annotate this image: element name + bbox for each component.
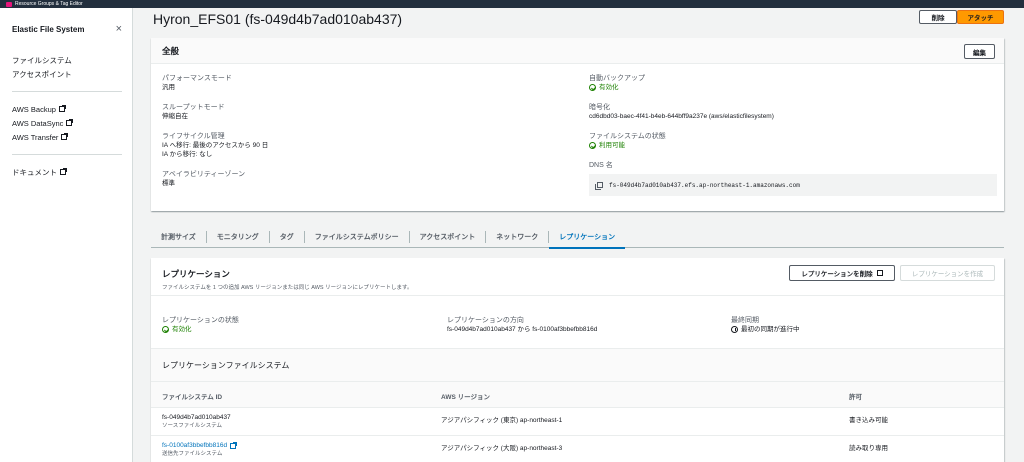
external-link-icon xyxy=(66,119,74,126)
destination-fs-id: fs-0100af3bbefbb816d xyxy=(162,442,228,449)
lifecycle-value-from-ia: IA から移行: なし xyxy=(162,151,213,158)
replication-state-status: 有効化 xyxy=(162,325,239,334)
source-permission: 書き込み可能 xyxy=(849,417,888,424)
delete-replication-button[interactable]: レプリケーションを削除 xyxy=(789,265,895,281)
delete-button[interactable]: 削除 xyxy=(919,10,957,24)
detail-tabs: 計測サイズ モニタリング タグ ファイルシステムポリシー アクセスポイント ネッ… xyxy=(151,226,1004,249)
close-icon[interactable]: × xyxy=(116,24,122,35)
lifecycle-value-to-ia: IA へ移行: 最後のアクセスから 90 日 xyxy=(162,142,269,149)
fs-state-label: ファイルシステムの状態 xyxy=(589,133,666,140)
sidebar-divider xyxy=(12,154,122,155)
edit-button[interactable]: 編集 xyxy=(964,44,995,59)
check-circle-icon xyxy=(589,142,596,149)
create-replication-button[interactable]: レプリケーションを作成 xyxy=(900,265,995,281)
dns-name-box: fs-049d4b7ad010ab437.efs.ap-northeast-1.… xyxy=(589,174,997,196)
last-sync-label: 最終同期 xyxy=(731,317,759,324)
sidebar: Elastic File System × ファイルシステム アクセスポイント … xyxy=(0,8,133,462)
sidebar-item-label: AWS Transfer xyxy=(12,132,59,142)
availability-zone-value: 標準 xyxy=(162,180,175,187)
auto-backup-value: 有効化 xyxy=(599,84,619,91)
last-sync-status: 最初の同期が進行中 xyxy=(731,325,800,334)
replication-panel: レプリケーション ファイルシステムを 1 つの追加 AWS リージョンまたは同じ… xyxy=(151,258,1004,462)
sidebar-item-label: AWS Backup xyxy=(12,104,56,114)
sidebar-item-access-points[interactable]: アクセスポイント xyxy=(12,67,132,81)
column-region: AWS リージョン xyxy=(441,394,490,401)
encryption-value: cd6dbd03-baec-4f41-b4eb-644bff9a237e (aw… xyxy=(589,113,774,120)
resource-groups-link[interactable]: Resource Groups & Tag Editor xyxy=(15,1,83,7)
external-link-icon xyxy=(61,133,69,140)
sidebar-item-file-systems[interactable]: ファイルシステム xyxy=(12,53,132,67)
destination-fs-type: 送信先ファイルシステム xyxy=(162,451,223,457)
tab-network[interactable]: ネットワーク xyxy=(486,230,550,243)
sidebar-title: Elastic File System xyxy=(12,25,85,34)
attach-button[interactable]: アタッチ xyxy=(957,10,1004,24)
external-link-icon xyxy=(58,105,66,112)
sidebar-item-aws-transfer[interactable]: AWS Transfer xyxy=(12,130,132,144)
throughput-mode-label: スループットモード xyxy=(162,104,225,111)
check-circle-icon xyxy=(589,84,596,91)
sidebar-item-label: ドキュメント xyxy=(12,167,57,177)
auto-backup-label: 自動バックアップ xyxy=(589,75,645,82)
source-fs-type: ソースファイルシステム xyxy=(162,423,223,429)
tab-file-system-policy[interactable]: ファイルシステムポリシー xyxy=(305,230,410,243)
external-link-icon xyxy=(230,441,238,449)
performance-mode-label: パフォーマンスモード xyxy=(162,75,232,82)
replication-state-value: 有効化 xyxy=(172,326,192,333)
fs-state-value: 利用可能 xyxy=(599,142,625,149)
sidebar-item-label: AWS DataSync xyxy=(12,118,64,128)
replication-description: ファイルシステムを 1 つの追加 AWS リージョンまたは同じ AWS リージョ… xyxy=(162,285,413,291)
table-row: fs-049d4b7ad010ab437 ソースファイルシステム アジアパシフィ… xyxy=(151,408,1004,436)
general-title: 全般 xyxy=(151,38,1004,64)
destination-permission: 読み取り専用 xyxy=(849,445,888,452)
page-title: Hyron_EFS01 (fs-049d4b7ad010ab437) xyxy=(153,11,403,27)
tab-monitoring[interactable]: モニタリング xyxy=(207,230,270,243)
lifecycle-label: ライフサイクル管理 xyxy=(162,133,225,140)
replication-direction-value: fs-049d4b7ad010ab437 から fs-0100af3bbefbb… xyxy=(447,326,598,333)
check-circle-icon xyxy=(162,326,169,333)
column-permission: 許可 xyxy=(849,394,862,401)
encryption-label: 暗号化 xyxy=(589,104,610,111)
tab-tags[interactable]: タグ xyxy=(270,230,305,243)
replication-state-label: レプリケーションの状態 xyxy=(162,317,239,324)
destination-fs-link[interactable]: fs-0100af3bbefbb816d xyxy=(162,441,238,449)
copy-icon[interactable] xyxy=(595,182,603,190)
sidebar-item-aws-backup[interactable]: AWS Backup xyxy=(12,102,132,116)
external-link-icon xyxy=(60,168,67,175)
replication-direction-label: レプリケーションの方向 xyxy=(447,317,524,324)
replication-fs-title: レプリケーションファイルシステム xyxy=(151,348,1004,382)
resource-groups-icon[interactable] xyxy=(6,1,12,7)
table-row: fs-0100af3bbefbb816d 送信先ファイルシステム アジアパシフィ… xyxy=(151,436,1004,462)
performance-mode-value: 汎用 xyxy=(162,84,175,91)
source-region: アジアパシフィック (東京) ap-northeast-1 xyxy=(441,417,563,424)
main-content: Hyron_EFS01 (fs-049d4b7ad010ab437) 削除 アタ… xyxy=(133,8,1024,462)
external-link-icon xyxy=(876,270,883,276)
clock-icon xyxy=(731,326,738,333)
auto-backup-status: 有効化 xyxy=(589,83,999,92)
top-navigation-bar: Resource Groups & Tag Editor xyxy=(0,0,1024,8)
fs-state-status: 利用可能 xyxy=(589,141,999,150)
source-fs-id: fs-049d4b7ad010ab437 xyxy=(162,414,231,421)
availability-zone-label: アベイラビリティーゾーン xyxy=(162,171,246,178)
sidebar-divider xyxy=(12,91,122,92)
tab-access-points[interactable]: アクセスポイント xyxy=(410,230,487,243)
delete-replication-label: レプリケーションを削除 xyxy=(801,271,873,278)
last-sync-value: 最初の同期が進行中 xyxy=(741,326,800,333)
tab-metered-size[interactable]: 計測サイズ xyxy=(151,230,207,243)
general-panel: 全般 編集 パフォーマンスモード 汎用 スループットモード 伸縮自在 ライフサイ… xyxy=(151,38,1004,211)
column-fs-id: ファイルシステム ID xyxy=(162,394,223,401)
destination-region: アジアパシフィック (大阪) ap-northeast-3 xyxy=(441,445,563,452)
table-header: ファイルシステム ID AWS リージョン 許可 xyxy=(151,382,1004,408)
dns-name-value: fs-049d4b7ad010ab437.efs.ap-northeast-1.… xyxy=(609,181,800,189)
dns-name-label: DNS 名 xyxy=(589,162,613,169)
sidebar-item-aws-datasync[interactable]: AWS DataSync xyxy=(12,116,132,130)
sidebar-item-documentation[interactable]: ドキュメント xyxy=(12,165,132,179)
throughput-mode-value: 伸縮自在 xyxy=(162,113,188,120)
tab-replication[interactable]: レプリケーション xyxy=(549,226,626,249)
